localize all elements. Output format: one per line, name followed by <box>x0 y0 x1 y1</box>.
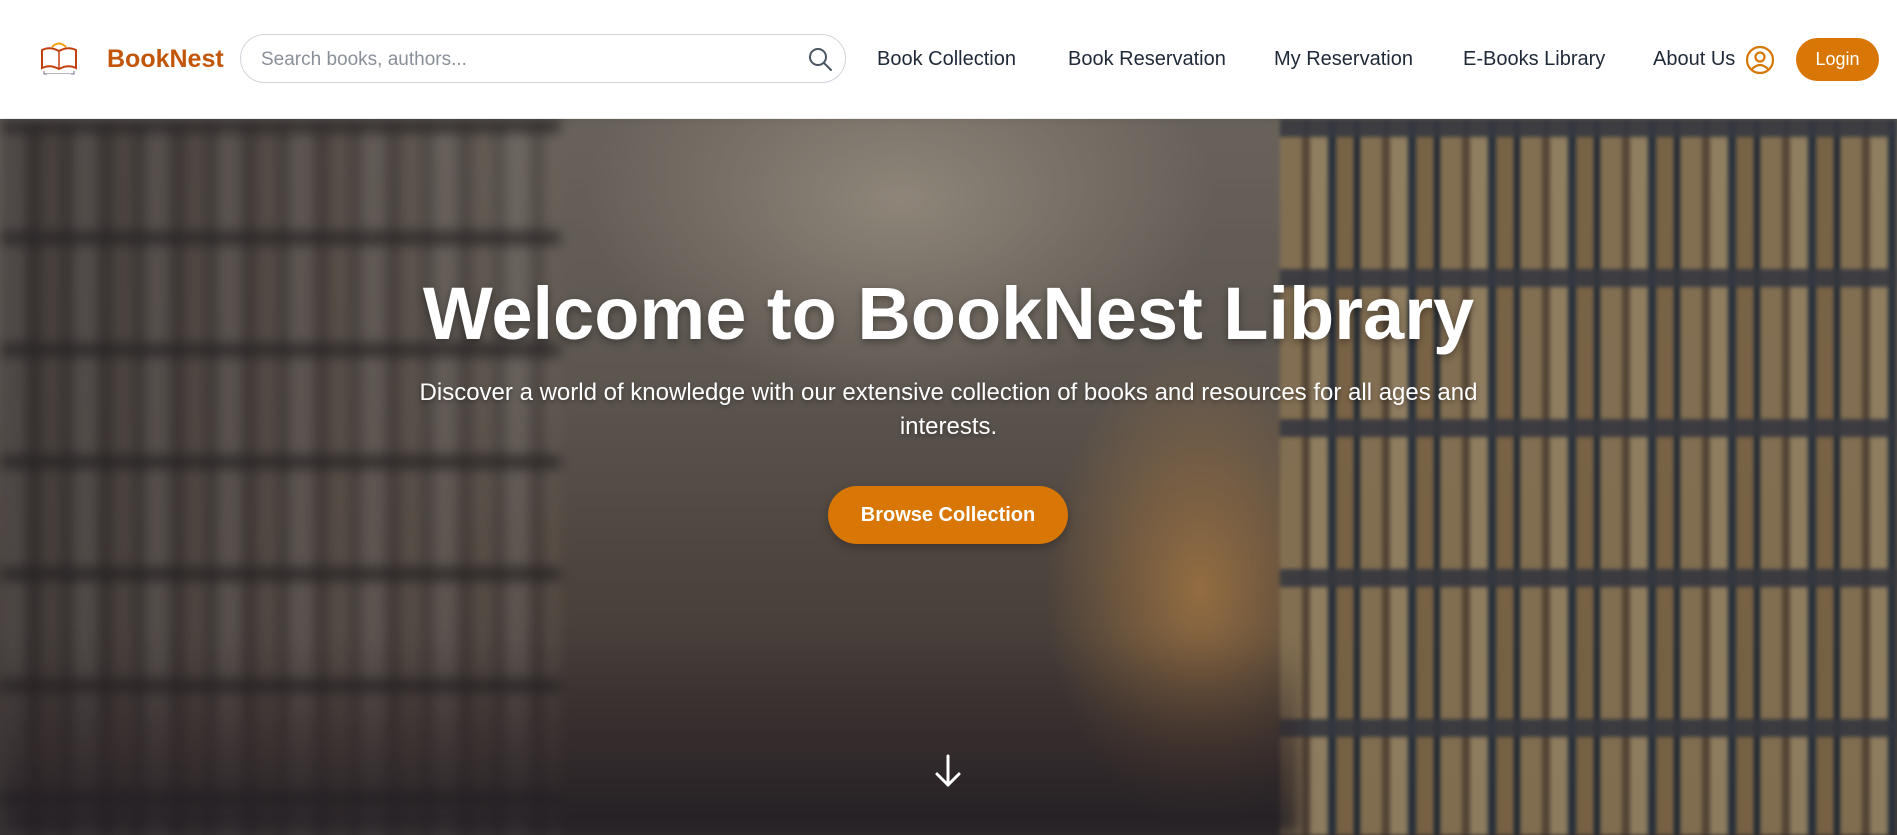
nav-my-reservation[interactable]: My Reservation <box>1274 46 1413 72</box>
hero-section: Welcome to BookNest Library Discover a w… <box>0 119 1897 835</box>
search-icon[interactable] <box>807 46 833 72</box>
nav-book-reservation[interactable]: Book Reservation <box>1068 46 1226 72</box>
search-input[interactable] <box>259 35 783 84</box>
nav-about-us[interactable]: About Us <box>1653 46 1735 72</box>
book-logo-icon[interactable] <box>38 38 80 80</box>
browse-collection-button[interactable]: Browse Collection <box>828 486 1068 544</box>
nav-ebooks-library[interactable]: E-Books Library <box>1463 46 1605 72</box>
brand-name[interactable]: BookNest <box>107 44 224 74</box>
search-bar[interactable] <box>240 34 846 84</box>
nav-book-collection[interactable]: Book Collection <box>877 46 1016 72</box>
top-navbar: BookNest Book Collection Book Reservatio… <box>0 0 1897 119</box>
hero-overlay <box>0 119 1897 835</box>
hero-subtitle: Discover a world of knowledge with our e… <box>419 379 1478 440</box>
hero-title: Welcome to BookNest Library <box>422 272 1475 355</box>
arrow-down-icon[interactable] <box>932 753 964 789</box>
login-button[interactable]: Login <box>1796 38 1879 81</box>
user-circle-icon[interactable] <box>1745 45 1775 75</box>
